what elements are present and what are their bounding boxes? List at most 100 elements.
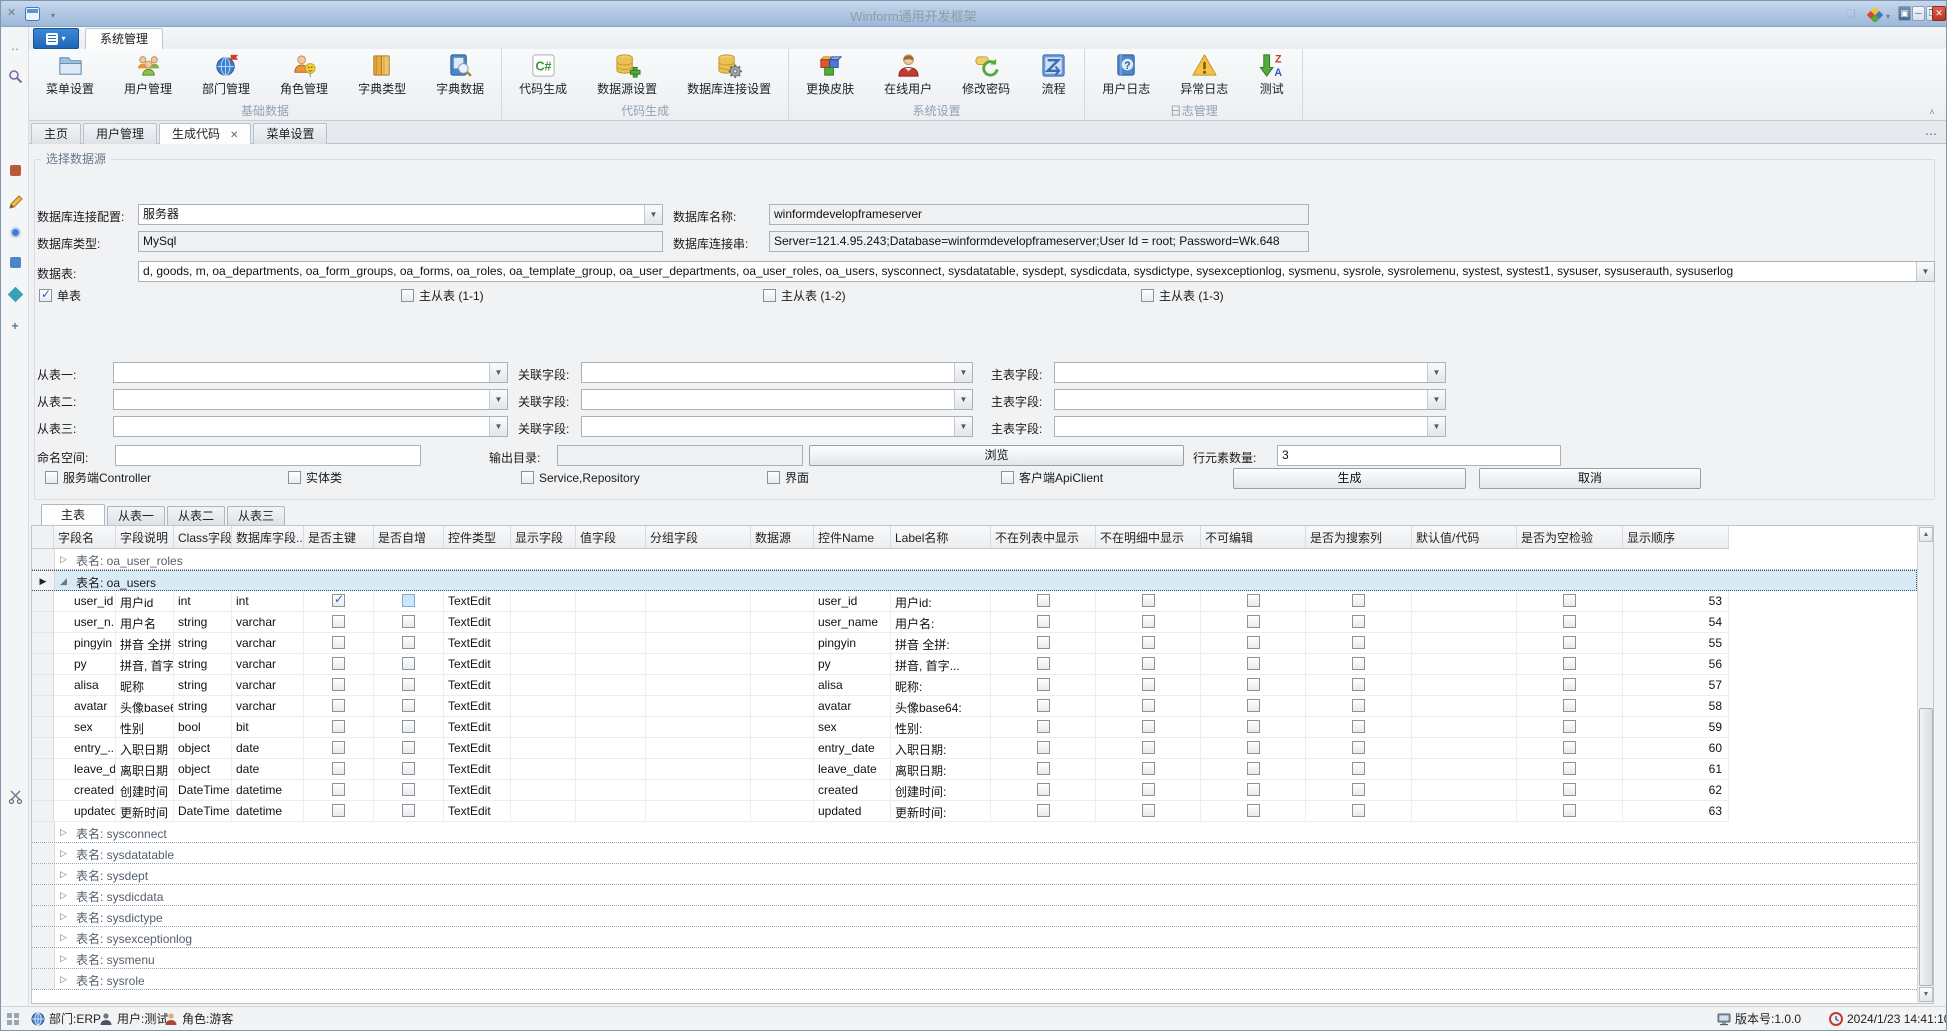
- grid-cell[interactable]: varchar: [232, 675, 304, 696]
- grid-cell[interactable]: string: [174, 675, 232, 696]
- checkbox-icon[interactable]: [1352, 699, 1365, 712]
- grid-cell-checkbox[interactable]: [1201, 717, 1306, 738]
- grid-cell-checkbox[interactable]: [991, 591, 1096, 612]
- db-type-input[interactable]: MySql: [138, 231, 663, 252]
- checkbox-icon[interactable]: [1563, 615, 1576, 628]
- grid-cell-checkbox[interactable]: [304, 591, 374, 612]
- pencil-icon[interactable]: [6, 195, 24, 213]
- checkbox-icon[interactable]: [332, 636, 345, 649]
- grid-cell[interactable]: created: [54, 780, 116, 801]
- chevron-down-icon[interactable]: ▼: [1427, 417, 1445, 436]
- checkbox-icon[interactable]: [1352, 657, 1365, 670]
- grid-cell[interactable]: 创建时间: [116, 780, 174, 801]
- checkbox-icon[interactable]: [1563, 594, 1576, 607]
- grid-cell-checkbox[interactable]: [1306, 591, 1412, 612]
- scroll-down-button[interactable]: ▼: [1919, 987, 1933, 1002]
- grid-column-header-19[interactable]: 显示顺序: [1623, 526, 1729, 548]
- grid-cell[interactable]: user_id: [54, 591, 116, 612]
- grid-cell[interactable]: [1412, 612, 1517, 633]
- grid-column-header-14[interactable]: 不在明细中显示: [1096, 526, 1201, 548]
- checkbox-icon[interactable]: [1037, 636, 1050, 649]
- grid-column-header-11[interactable]: 控件Name: [814, 526, 891, 548]
- grid-cell[interactable]: varchar: [232, 696, 304, 717]
- grid-cell[interactable]: string: [174, 612, 232, 633]
- grid-cell[interactable]: avatar: [814, 696, 891, 717]
- detail-table-combo-2[interactable]: ▼: [113, 416, 508, 437]
- grid-cell[interactable]: 拼音, 首字...: [116, 654, 174, 675]
- checkbox-icon[interactable]: [332, 804, 345, 817]
- generate-option-checkbox-2[interactable]: Service,Repository: [521, 471, 640, 487]
- grid-cell[interactable]: 创建时间:: [891, 780, 991, 801]
- tab-overflow-button[interactable]: ⋯: [1925, 127, 1938, 141]
- checkbox-icon[interactable]: [1563, 804, 1576, 817]
- grid-cell[interactable]: 头像base64:: [891, 696, 991, 717]
- grid-cell-checkbox[interactable]: [1096, 675, 1201, 696]
- grid-cell[interactable]: [646, 591, 751, 612]
- detail-table-combo-0[interactable]: ▼: [113, 362, 508, 383]
- grid-cell[interactable]: 用户id: [116, 591, 174, 612]
- checkbox-icon[interactable]: [332, 615, 345, 628]
- mode-checkbox-2[interactable]: 主从表 (1-2): [763, 289, 846, 305]
- grid-cell-checkbox[interactable]: [1096, 738, 1201, 759]
- grid-column-header-8[interactable]: 值字段: [576, 526, 646, 548]
- grid-cell[interactable]: [576, 738, 646, 759]
- panel-blue-icon[interactable]: [6, 257, 24, 275]
- grid-cell[interactable]: 58: [1623, 696, 1729, 717]
- grid-cell[interactable]: int: [174, 591, 232, 612]
- close-icon[interactable]: ✕: [230, 130, 238, 141]
- grid-cell-checkbox[interactable]: [1517, 675, 1623, 696]
- checkbox-icon[interactable]: [1563, 657, 1576, 670]
- grid-cell[interactable]: string: [174, 654, 232, 675]
- grid-cell[interactable]: [646, 801, 751, 822]
- grid-cell[interactable]: [646, 780, 751, 801]
- grid-cell[interactable]: [751, 780, 814, 801]
- grid-cell-checkbox[interactable]: [1517, 717, 1623, 738]
- row-count-input[interactable]: 3: [1277, 445, 1561, 466]
- grid-cell[interactable]: [511, 696, 576, 717]
- grid-data-row[interactable]: avatar头像base64stringvarcharTextEditavata…: [32, 696, 1729, 717]
- grid-column-header-2[interactable]: Class字段...: [174, 526, 232, 548]
- expand-closed-icon[interactable]: ▷: [60, 869, 67, 880]
- table-group-row[interactable]: ▷表名: sysdept: [32, 864, 1917, 885]
- grid-cell[interactable]: 性别: [116, 717, 174, 738]
- grid-cell[interactable]: [646, 717, 751, 738]
- grid-cell[interactable]: [511, 612, 576, 633]
- grid-cell[interactable]: 入职日期: [116, 738, 174, 759]
- grid-cell-checkbox[interactable]: [1096, 717, 1201, 738]
- checkbox-icon[interactable]: [1037, 699, 1050, 712]
- grid-cell-checkbox[interactable]: [1201, 780, 1306, 801]
- grid-column-header-1[interactable]: 字段说明: [116, 526, 174, 548]
- grid-cell-checkbox[interactable]: [1306, 654, 1412, 675]
- grid-cell[interactable]: bool: [174, 717, 232, 738]
- grid-cell-checkbox[interactable]: [1096, 591, 1201, 612]
- doc-tab-1[interactable]: 用户管理: [83, 123, 157, 144]
- skin-gallery-icon[interactable]: [1867, 7, 1883, 22]
- grid-cell[interactable]: 离职日期:: [891, 759, 991, 780]
- grid-cell[interactable]: 性别:: [891, 717, 991, 738]
- ribbon-button-warning[interactable]: 异常日志: [1165, 49, 1243, 103]
- grid-cell[interactable]: date: [232, 738, 304, 759]
- checkbox-icon[interactable]: [1563, 783, 1576, 796]
- grid-cell-checkbox[interactable]: [1201, 759, 1306, 780]
- add-icon[interactable]: +: [6, 319, 24, 337]
- checkbox-icon[interactable]: [332, 699, 345, 712]
- checkbox-icon[interactable]: [1142, 720, 1155, 733]
- grid-cell-checkbox[interactable]: [1306, 717, 1412, 738]
- grid-cell[interactable]: [511, 633, 576, 654]
- grid-cell-checkbox[interactable]: [374, 633, 444, 654]
- grid-cell-checkbox[interactable]: [1306, 780, 1412, 801]
- grid-cell[interactable]: 55: [1623, 633, 1729, 654]
- checkbox-icon[interactable]: [1247, 615, 1260, 628]
- grid-cell[interactable]: object: [174, 759, 232, 780]
- checkbox-icon[interactable]: [1037, 741, 1050, 754]
- checkbox-icon[interactable]: [1247, 762, 1260, 775]
- grid-cell[interactable]: TextEdit: [444, 801, 511, 822]
- checkbox-icon[interactable]: [1142, 678, 1155, 691]
- grid-cell-checkbox[interactable]: [991, 675, 1096, 696]
- grid-cell[interactable]: 用户名: [116, 612, 174, 633]
- checkbox-icon[interactable]: [1037, 762, 1050, 775]
- checkbox-icon[interactable]: [1352, 783, 1365, 796]
- grid-cell-checkbox[interactable]: [374, 780, 444, 801]
- grid-cell-checkbox[interactable]: [1517, 612, 1623, 633]
- application-menu-button[interactable]: ▾: [33, 28, 79, 49]
